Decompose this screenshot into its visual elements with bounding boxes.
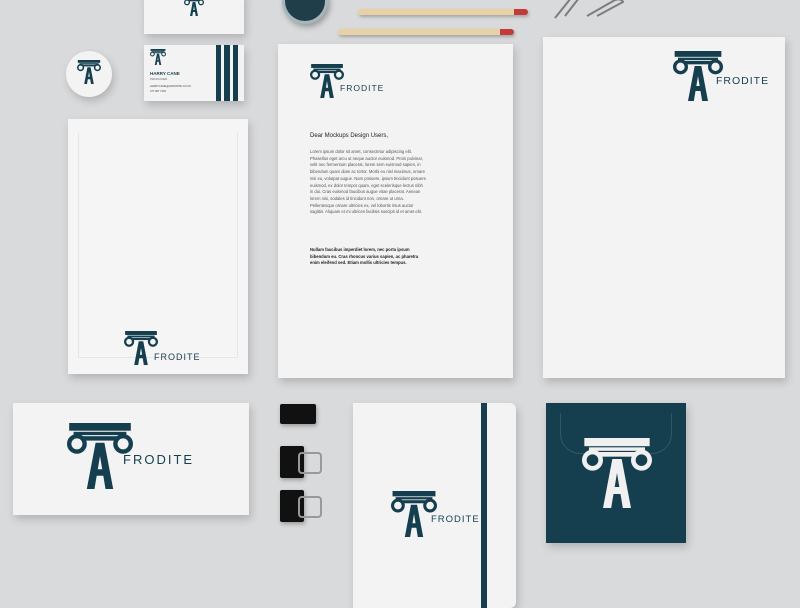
brand-wordmark: FRODITE: [123, 452, 195, 467]
letter-body: Lorem ipsum dolor sit amet, consectetur …: [310, 149, 426, 215]
pillar-logo-icon: [124, 331, 158, 365]
brand-wordmark: FRODITE: [340, 83, 385, 93]
brand-wordmark: FRODITE: [154, 352, 201, 362]
card-title: PRODUCER: [150, 77, 168, 81]
business-card: HARRY CANE PRODUCER HARRYCANE@AFRODITE.C…: [144, 45, 244, 101]
envelope-open: FRODITE: [68, 119, 248, 374]
envelope-square-dark: [546, 403, 686, 543]
card-email: HARRYCANE@AFRODITE.CO.UK: [150, 85, 191, 88]
notebook: FRODITE: [353, 403, 516, 608]
pin-badge: [66, 51, 112, 97]
letter-closing: Nullam faucibus imperdiet lorem, nec por…: [310, 247, 419, 266]
business-card-top: [144, 0, 244, 34]
binder-clip-3: [280, 490, 322, 522]
letter-greeting: Dear Mockups Design Users,: [310, 133, 389, 139]
pillar-logo-icon: [149, 49, 167, 65]
brand-wordmark: FRODITE: [716, 75, 770, 87]
notebook-band: [481, 403, 487, 608]
letterhead-blank: FRODITE: [543, 37, 785, 378]
letterhead-letter: FRODITE Dear Mockups Design Users, Lorem…: [278, 44, 513, 378]
pillar-logo-icon: [182, 0, 206, 16]
card-name: HARRY CANE: [150, 71, 180, 76]
pillar-logo-icon: [582, 437, 652, 509]
binder-clip-1: [280, 404, 316, 424]
paperclip-icon: [554, 0, 625, 19]
pillar-logo-icon: [310, 64, 344, 98]
brand-wordmark: FRODITE: [431, 514, 480, 525]
pillar-logo-icon: [77, 60, 101, 84]
tape-roll: [282, 0, 328, 24]
pencil-2: [338, 29, 514, 35]
binder-clip-2: [280, 446, 322, 478]
card-stripes: [216, 45, 238, 101]
envelope-dl: FRODITE: [13, 403, 249, 515]
card-phone: 077 987 7403: [150, 90, 166, 93]
pencil-1: [358, 9, 528, 15]
